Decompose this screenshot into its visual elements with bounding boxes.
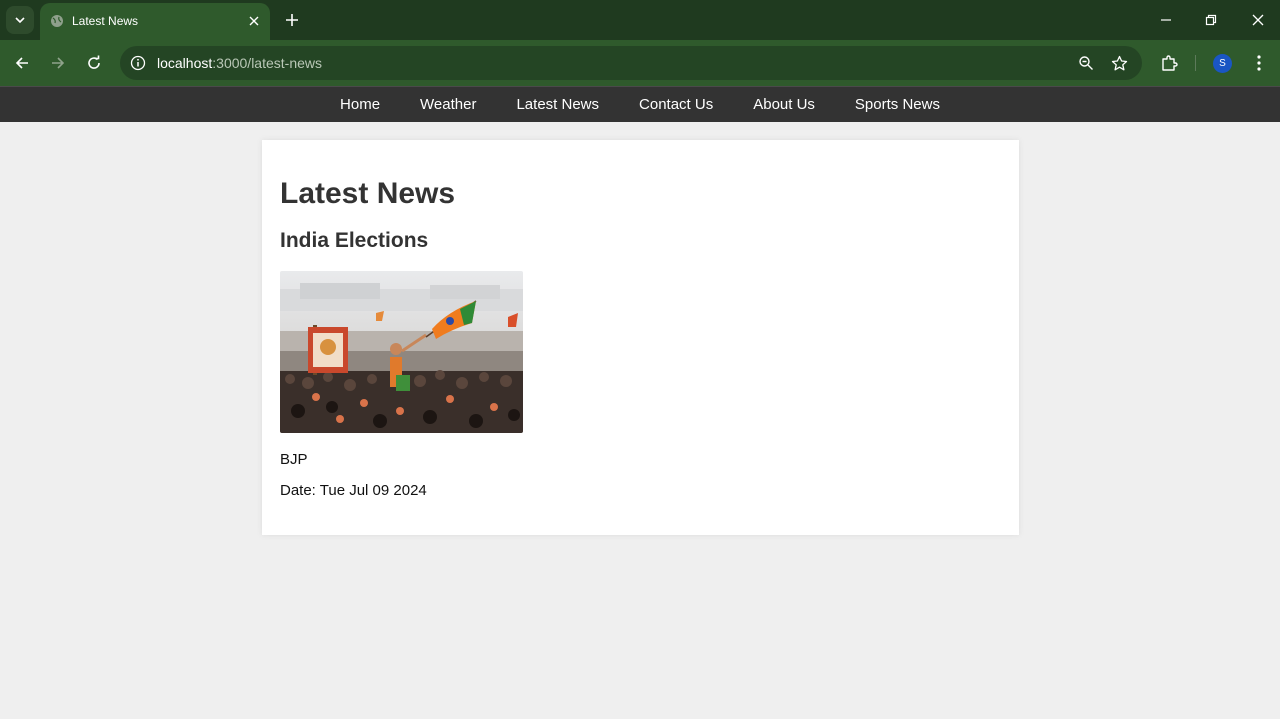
extensions-button[interactable] [1158,52,1180,74]
url-path: :3000/latest-news [212,55,322,71]
close-icon [1252,14,1264,26]
article-description: BJP [280,451,308,468]
nav-item-about-us[interactable]: About Us [753,96,815,113]
minimize-button[interactable] [1154,8,1178,32]
star-icon [1111,55,1127,70]
zoom-button[interactable] [1076,53,1096,73]
toolbar-divider [1195,55,1196,71]
tab-close-button[interactable] [246,13,262,29]
site-navigation: Home Weather Latest News Contact Us Abou… [0,86,1280,122]
menu-button[interactable] [1248,52,1270,74]
close-icon [249,16,259,26]
profile-avatar[interactable]: S [1213,54,1232,73]
site-info-button[interactable] [128,53,148,73]
arrow-right-icon [52,57,65,69]
arrow-left-icon [15,57,28,69]
news-card: Latest News India Elections BJP Date: Tu… [262,140,1019,535]
article-date: Date: Tue Jul 09 2024 [280,482,427,499]
globe-icon [51,15,63,27]
reload-button[interactable] [82,51,106,75]
bookmark-button[interactable] [1109,53,1129,73]
kebab-menu-icon [1257,55,1261,71]
browser-tab-active[interactable]: Latest News [40,3,270,40]
close-window-button[interactable] [1246,8,1270,32]
page-title: Latest News [280,177,456,210]
zoom-icon [1079,56,1093,70]
restore-icon [1205,14,1217,26]
nav-item-home[interactable]: Home [340,96,380,113]
address-bar[interactable]: localhost:3000/latest-news [120,46,1142,80]
nav-item-sports-news[interactable]: Sports News [855,96,940,113]
info-icon [130,55,146,71]
article-image [280,271,523,433]
tab-title: Latest News [72,14,139,28]
url-text: localhost:3000/latest-news [157,55,322,71]
restore-button[interactable] [1199,8,1223,32]
nav-item-weather[interactable]: Weather [420,96,476,113]
plus-icon [286,14,298,26]
forward-button[interactable] [46,51,70,75]
puzzle-icon [1162,55,1178,71]
nav-item-contact-us[interactable]: Contact Us [639,96,713,113]
back-button[interactable] [10,51,34,75]
tab-search-button[interactable] [6,6,34,34]
nav-item-latest-news[interactable]: Latest News [516,96,599,113]
new-tab-button[interactable] [280,8,304,32]
minimize-icon [1161,19,1171,21]
article-title: India Elections [280,229,429,252]
tab-strip: Latest News [0,0,1280,40]
election-rally-photo [280,271,523,433]
url-host: localhost [157,55,213,71]
browser-toolbar: localhost:3000/latest-news [0,40,1280,86]
chevron-down-icon [15,17,25,24]
reload-icon [88,55,100,69]
